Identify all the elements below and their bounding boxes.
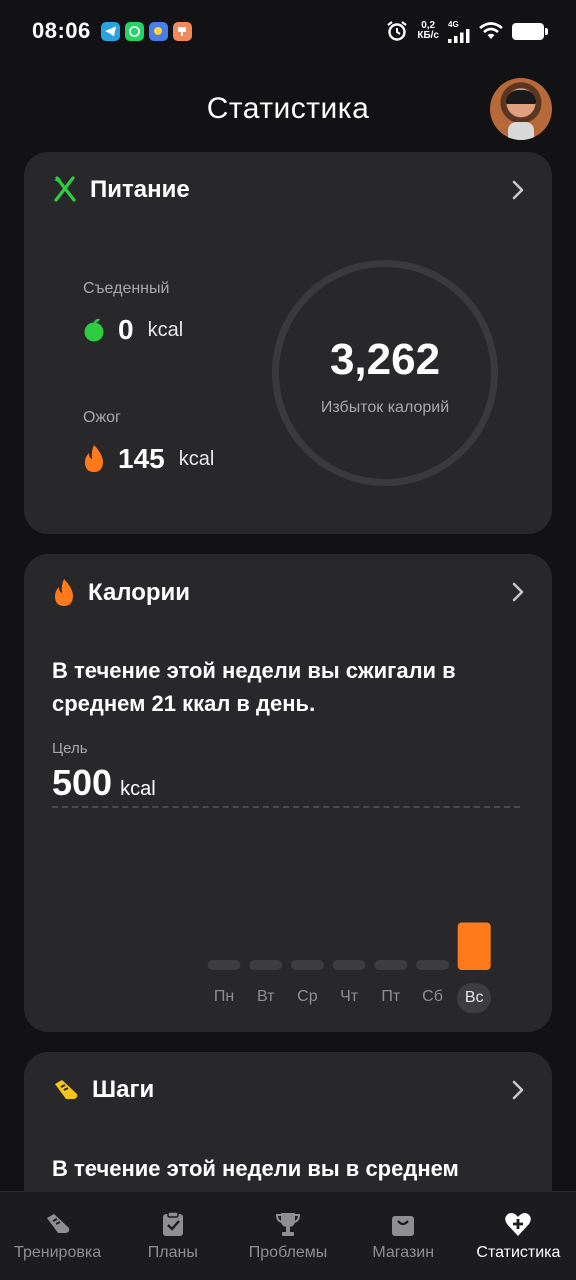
sneaker-icon — [55, 1080, 78, 1099]
burn-label: Ожог — [83, 409, 121, 426]
day-label-Чт[interactable]: Чт — [332, 988, 366, 1006]
nav-label: Тренировка — [14, 1244, 102, 1261]
whatsapp-icon — [124, 21, 144, 41]
header: Статистика — [0, 70, 576, 150]
app-notification-icon — [148, 21, 168, 41]
burn-unit: kcal — [178, 447, 215, 470]
bar-Чт — [332, 960, 366, 970]
eaten-unit: kcal — [147, 318, 184, 341]
chevron-right-icon[interactable] — [510, 178, 526, 202]
eaten-label: Съеденный — [83, 280, 170, 297]
nav-label: Статистика — [476, 1244, 561, 1261]
shopping-bag-icon — [392, 1216, 415, 1236]
alarm-icon — [387, 21, 408, 41]
surplus-label: Избыток калорий — [320, 399, 450, 416]
steps-card-header: Шаги — [52, 1076, 154, 1104]
eaten-value: 0 — [118, 314, 134, 345]
signal-icon — [448, 28, 470, 43]
fork-knife-icon — [54, 176, 76, 202]
nutrition-card[interactable]: Питание Съеденный 0 kcal Ожог 145 kcal 3… — [24, 152, 552, 534]
bar-Пт — [374, 960, 408, 970]
day-label-Пт[interactable]: Пт — [374, 988, 408, 1006]
sneaker-icon — [46, 1214, 69, 1233]
day-label-Пн[interactable]: Пн — [207, 988, 241, 1006]
network-speed: 0,2 КБ/с — [417, 21, 439, 41]
status-bar: 08:06 0,2 КБ/с 4G — [0, 0, 576, 62]
nav-label: Планы — [147, 1244, 198, 1261]
nav-item-plans[interactable]: Планы — [115, 1192, 230, 1280]
nutrition-card-header: Питание — [52, 176, 190, 204]
bar-Пн — [207, 960, 241, 970]
heart-plus-icon — [505, 1213, 532, 1236]
status-time: 08:06 — [32, 18, 91, 43]
calories-card[interactable]: Калории В течение этой недели вы сжигали… — [24, 554, 552, 1032]
bar-Сб — [416, 960, 449, 970]
nav-item-training[interactable]: Тренировка — [0, 1192, 115, 1280]
bottom-nav: Тренировка Планы Проблемы Магазин Статис… — [0, 1191, 576, 1280]
nav-item-statistics[interactable]: Статистика — [461, 1192, 576, 1280]
flame-icon — [85, 445, 103, 472]
bar-Вс — [457, 922, 491, 970]
calorie-surplus-ring: 3,262 Избыток калорий — [272, 260, 498, 486]
avatar[interactable] — [490, 78, 552, 140]
steps-title: Шаги — [92, 1076, 155, 1103]
eaten-value-row: 0 kcal — [82, 314, 183, 346]
speed-unit: КБ/с — [417, 30, 439, 41]
day-label-Вт[interactable]: Вт — [249, 988, 283, 1006]
burn-value-row: 145 kcal — [82, 443, 214, 475]
burn-value: 145 — [118, 443, 165, 474]
surplus-value: 3,262 — [329, 335, 441, 384]
nav-label: Проблемы — [248, 1244, 328, 1261]
steps-description: В течение этой недели вы в среднем — [52, 1156, 459, 1181]
weekly-calories-chart — [207, 922, 491, 970]
nav-item-challenges[interactable]: Проблемы — [230, 1192, 345, 1280]
wifi-icon — [479, 22, 503, 39]
notification-icons — [100, 21, 192, 41]
clipboard-check-icon — [162, 1211, 183, 1236]
trophy-icon — [275, 1213, 301, 1236]
telegram-icon — [100, 21, 120, 41]
day-label-Сб[interactable]: Сб — [416, 988, 450, 1006]
bar-Ср — [290, 960, 324, 970]
bar-Вт — [249, 960, 283, 970]
battery-icon — [512, 22, 548, 40]
apple-icon — [84, 318, 104, 342]
day-label-Вс[interactable]: Вс — [457, 983, 492, 1013]
day-label-Ср[interactable]: Ср — [290, 988, 324, 1006]
nav-label: Магазин — [372, 1244, 435, 1261]
cellular-signal: 4G — [448, 20, 470, 43]
nav-item-shop[interactable]: Магазин — [346, 1192, 461, 1280]
network-type: 4G — [448, 19, 459, 29]
status-right: 0,2 КБ/с 4G — [386, 20, 548, 43]
app-notification-icon-2 — [172, 21, 192, 41]
nutrition-title: Питание — [90, 176, 190, 203]
chevron-right-icon[interactable] — [510, 1078, 526, 1102]
